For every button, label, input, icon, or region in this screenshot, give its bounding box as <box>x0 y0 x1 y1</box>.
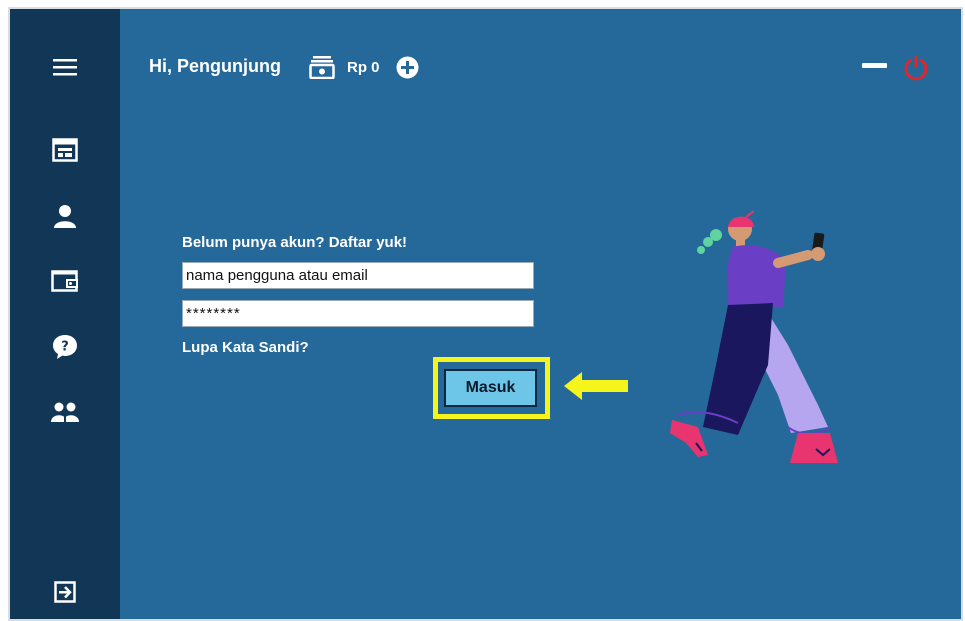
app-window: ? Hi, Pengunjung Rp 0 Belum punya akun? … <box>8 7 963 621</box>
minimize-icon[interactable] <box>862 63 887 68</box>
person-walking-illustration <box>658 205 848 470</box>
login-button[interactable]: Masuk <box>444 369 537 407</box>
username-input[interactable] <box>182 262 534 289</box>
forgot-password-link[interactable]: Lupa Kata Sandi? <box>182 339 309 356</box>
power-icon[interactable] <box>903 55 929 86</box>
add-balance-icon[interactable] <box>396 56 419 84</box>
menu-icon[interactable] <box>51 53 79 81</box>
login-icon[interactable] <box>51 578 79 606</box>
group-icon[interactable] <box>51 398 79 426</box>
svg-text:?: ? <box>61 340 69 355</box>
greeting-text: Hi, Pengunjung <box>149 56 281 76</box>
register-link[interactable]: Belum punya akun? Daftar yuk! <box>182 234 407 251</box>
balance-amount: Rp 0 <box>347 59 380 76</box>
arrow-left-icon <box>562 371 628 406</box>
sidebar: ? <box>10 9 120 619</box>
help-icon[interactable]: ? <box>51 333 79 361</box>
balance-icon <box>309 55 335 84</box>
password-input[interactable] <box>182 300 534 327</box>
user-icon[interactable] <box>51 202 79 230</box>
wallet-icon[interactable] <box>51 267 79 295</box>
browser-icon[interactable] <box>51 136 79 164</box>
